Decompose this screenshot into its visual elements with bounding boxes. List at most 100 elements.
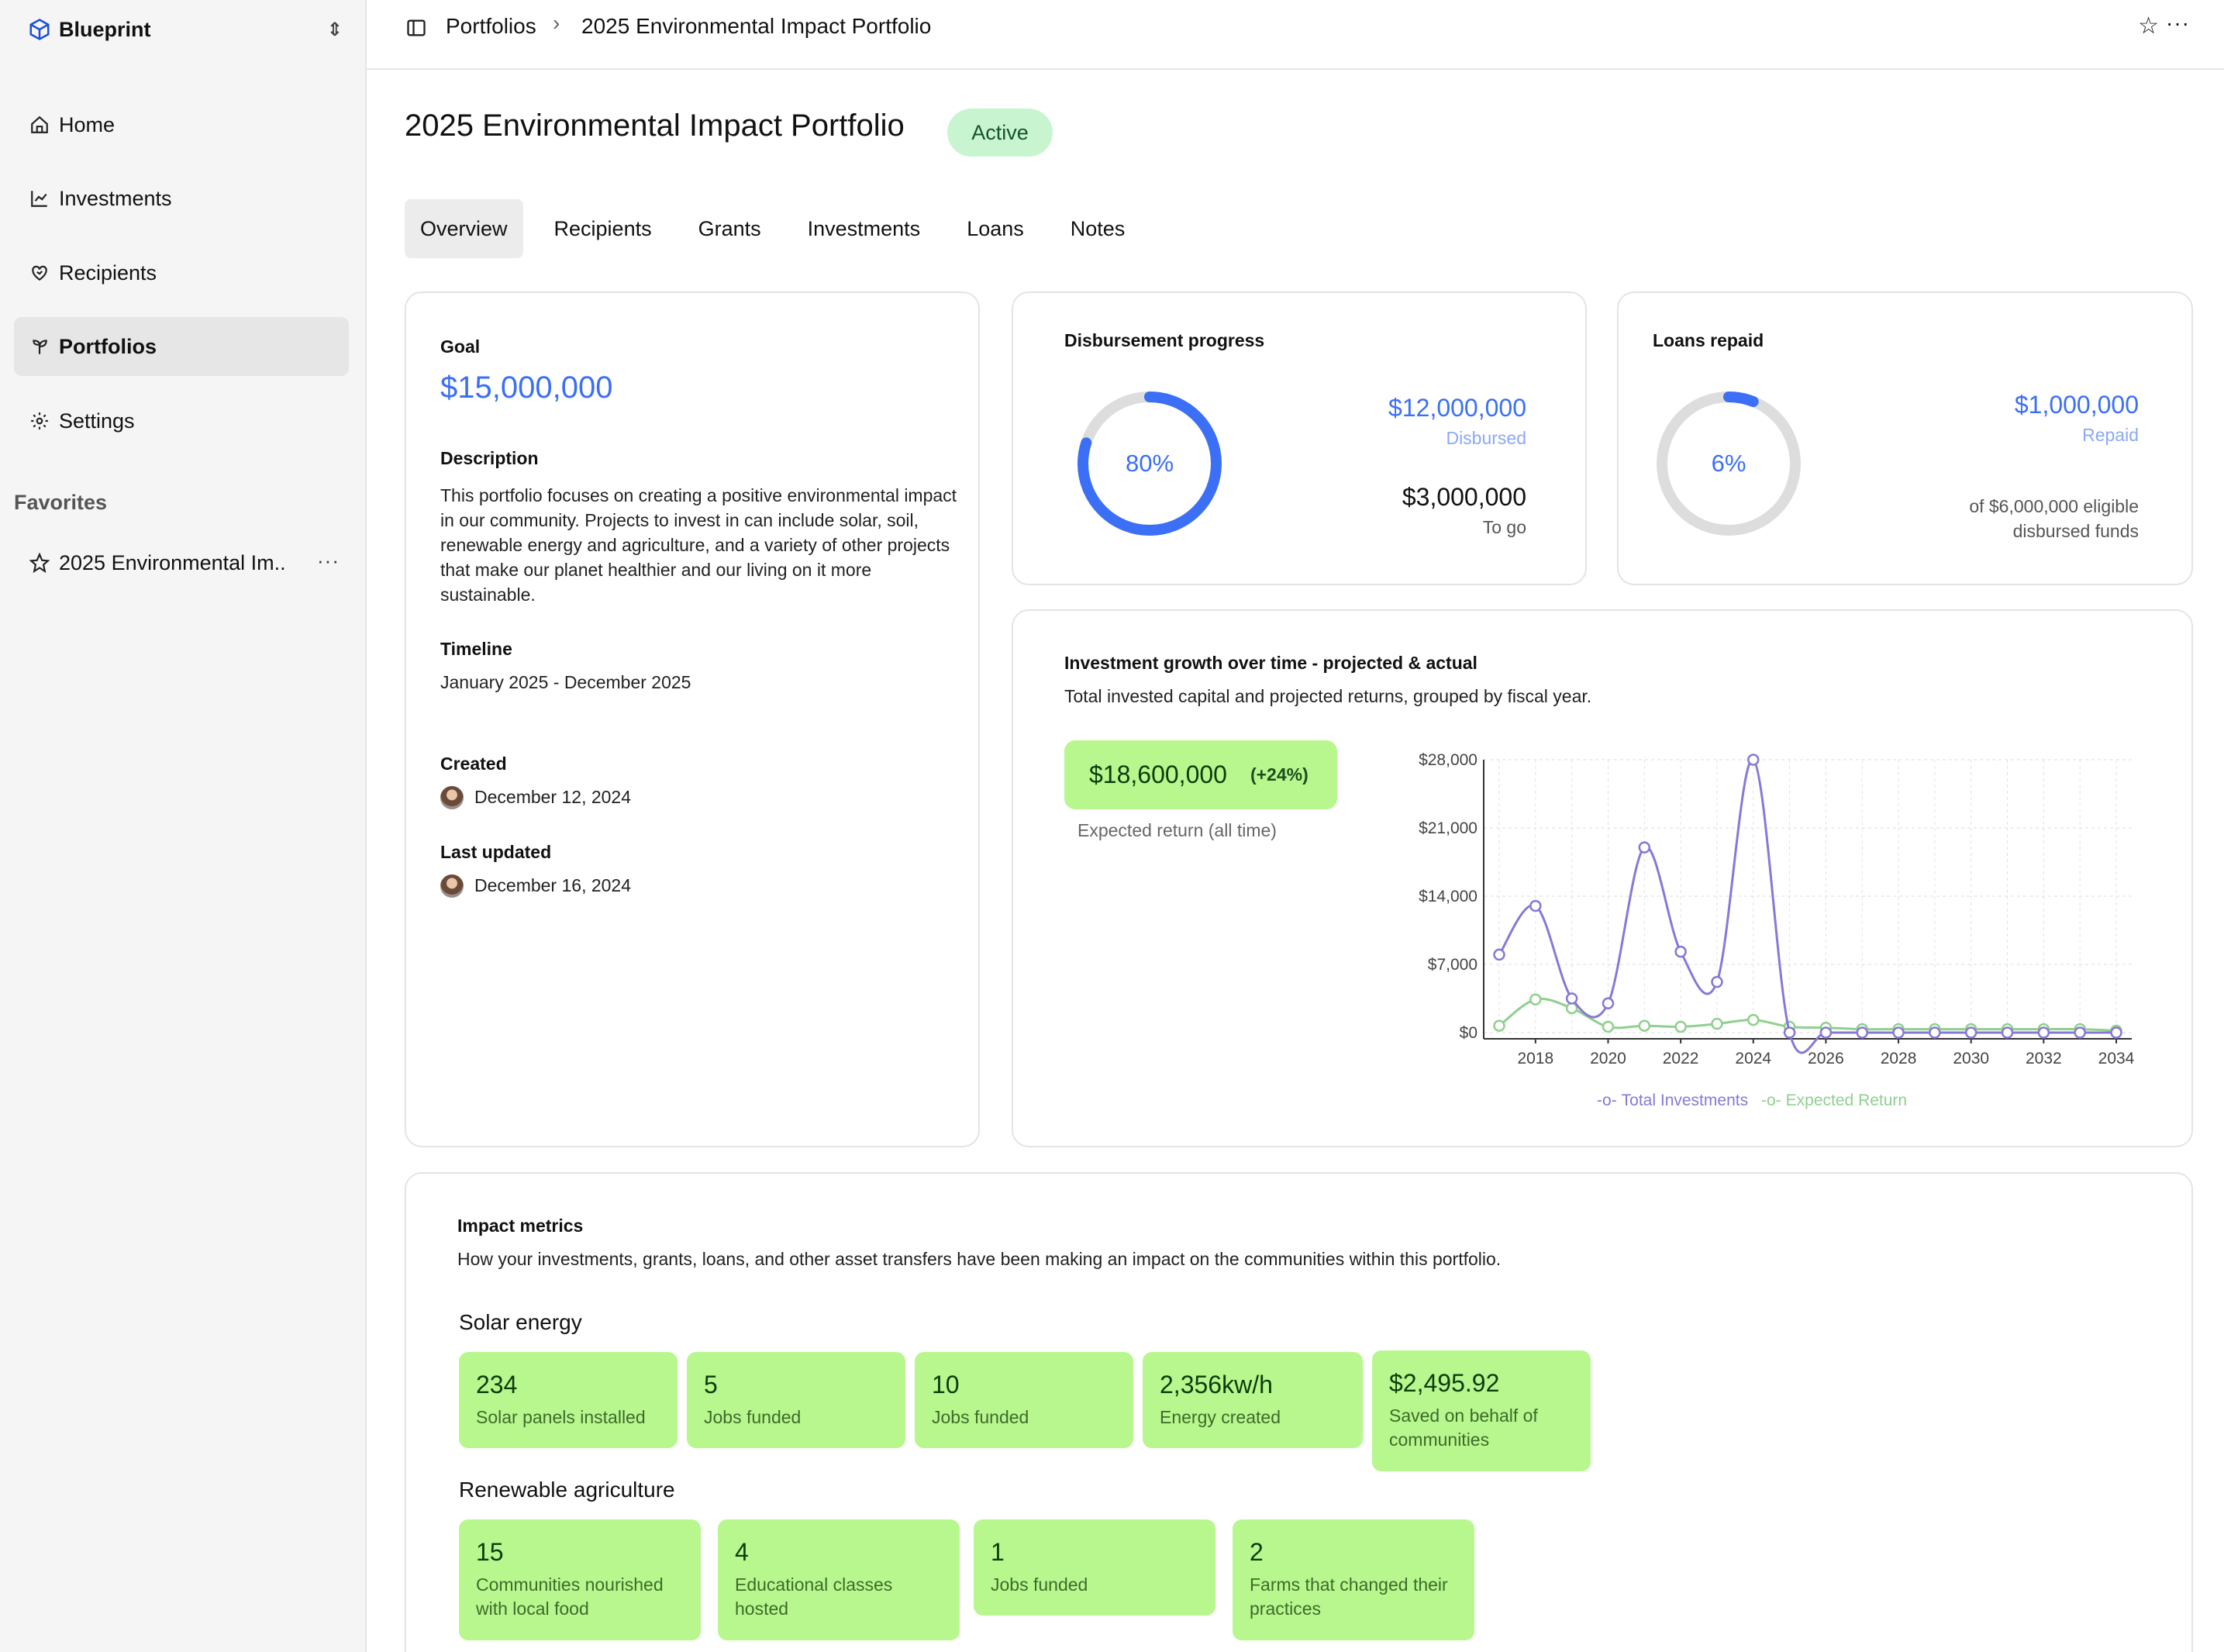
sidebar-item-portfolios[interactable]: Portfolios [14,317,349,376]
metric-value: $2,495.92 [1389,1369,1500,1397]
metric-card: 15 Communities nourished with local food [459,1519,701,1640]
series-line [1498,758,2116,1054]
gear-icon [31,412,48,429]
kpi-change: (+24%) [1250,764,1309,785]
favorite-star-icon[interactable]: ☆ [2138,12,2159,40]
metric-value: 15 [476,1538,504,1566]
legend-expected-return[interactable]: -o- Expected Return [1761,1092,1907,1110]
data-point [1602,1020,1615,1033]
data-point [1529,899,1542,912]
data-point [1638,1019,1651,1032]
tab-investments[interactable]: Investments [792,199,936,258]
breadcrumb-current: 2025 Environmental Impact Portfolio [581,14,932,38]
tab-overview[interactable]: Overview [405,199,523,258]
growth-title: Investment growth over time - projected … [1064,653,1477,673]
data-point [2110,1026,2122,1039]
data-point [1819,1026,1833,1039]
chevrons-up-down-icon[interactable]: ⇕ [327,19,343,41]
sidebar-item-recipients[interactable]: Recipients [14,243,349,302]
data-point [1856,1026,1868,1039]
metric-label: Educational classes hosted [735,1574,893,1619]
home-icon [31,116,48,133]
metric-card: 2 Farms that changed their practices [1233,1519,1474,1640]
x-tick-label: 2024 [1735,1050,1771,1067]
tab-recipients[interactable]: Recipients [539,199,667,258]
avatar [440,874,464,898]
last-updated-value: December 16, 2024 [474,875,632,895]
sidebar: Blueprint ⇕ Home Investments Recipients … [0,0,367,1652]
created-label: Created [440,754,507,774]
breadcrumb-portfolios[interactable]: Portfolios [446,14,536,39]
status-badge: Active [947,109,1053,157]
kpi-value: $18,600,000 [1089,760,1227,788]
timeline-value: January 2025 - December 2025 [440,672,691,692]
sidebar-toggle-icon[interactable] [405,17,427,39]
chevron-right-icon: › [553,11,560,35]
to-go-label: To go [1482,517,1526,537]
data-point [1783,1026,1796,1039]
data-point [2037,1026,2050,1039]
description-text: This portfolio focuses on creating a pos… [440,485,957,605]
favorite-item[interactable]: 2025 Environmental Im.. ··· [29,546,340,580]
overview-card: Goal $15,000,000 Description This portfo… [405,291,980,1147]
workspace-switcher[interactable]: Blueprint ⇕ [28,16,343,43]
legend-total-investments[interactable]: -o- Total Investments [1597,1092,1748,1110]
metric-card: 4 Educational classes hosted [718,1519,960,1640]
metric-card: 5 Jobs funded [687,1352,905,1448]
goal-label: Goal [440,336,481,357]
series-line [1498,997,2117,1032]
impact-metrics-card: Impact metrics How your investments, gra… [405,1172,2193,1652]
page-title: 2025 Environmental Impact Portfolio [405,109,905,143]
disbursement-percent: 80% [1125,450,1174,477]
metric-value: 2,356kw/h [1160,1371,1273,1399]
metric-card: 2,356kw/h Energy created [1143,1352,1363,1448]
metric-value: 10 [932,1371,960,1399]
sidebar-item-label: Recipients [59,260,157,285]
data-point [1674,1020,1687,1033]
sidebar-item-label: Investments [59,186,172,210]
created-value: December 12, 2024 [474,787,632,807]
sidebar-item-settings[interactable]: Settings [14,391,349,450]
data-point [1929,1026,1941,1039]
more-options-icon[interactable]: ··· [2166,11,2190,36]
app: Blueprint ⇕ Home Investments Recipients … [0,0,2224,1652]
tab-notes[interactable]: Notes [1055,199,1141,258]
metric-label: Farms that changed their practices [1250,1574,1448,1619]
loans-title: Loans repaid [1653,330,1764,350]
tab-bar: Overview Recipients Grants Investments L… [405,199,1156,258]
favorite-label: 2025 Environmental Im.. [59,550,286,574]
metric-label: Saved on behalf of communities [1389,1405,1538,1450]
x-tick-label: 2030 [1953,1050,1989,1067]
more-options-icon[interactable]: ··· [317,549,340,573]
data-point [1602,997,1615,1010]
goal-value: $15,000,000 [440,371,613,405]
data-point [1493,1019,1505,1032]
y-tick-label: $14,000 [1419,888,1477,905]
investment-growth-chart: $0 $7,000 $14,000 $21,000 $28,000 2018 2020 202… [1419,751,2135,1067]
topbar: Portfolios › 2025 Environmental Impact P… [367,0,2224,70]
eligible-note: of $6,000,000 eligible [1969,496,2139,516]
impact-subtitle: How your investments, grants, loans, and… [457,1249,1502,1269]
legend-marker-icon: -o- [1761,1092,1781,1109]
data-point [2001,1026,2014,1039]
data-point [1529,993,1542,1006]
sidebar-item-home[interactable]: Home [14,95,349,154]
favorites-heading: Favorites [14,491,108,514]
metric-label: Energy created [1160,1407,1281,1427]
disbursed-value: $12,000,000 [1388,394,1526,422]
tab-loans[interactable]: Loans [951,199,1040,258]
x-tick-label: 2034 [2098,1050,2135,1067]
section-title-solar: Solar energy [459,1310,582,1334]
metric-value: 2 [1250,1538,1264,1566]
sidebar-item-investments[interactable]: Investments [14,169,349,228]
y-tick-label: $0 [1460,1024,1477,1042]
data-point [1565,992,1578,1005]
section-title-agriculture: Renewable agriculture [459,1478,675,1502]
tab-grants[interactable]: Grants [683,199,777,258]
x-tick-label: 2020 [1590,1050,1626,1067]
data-point [1638,841,1651,854]
metric-card: 10 Jobs funded [915,1352,1133,1448]
metric-value: 4 [735,1538,749,1566]
data-point [2074,1026,2086,1039]
cube-icon [29,19,50,40]
